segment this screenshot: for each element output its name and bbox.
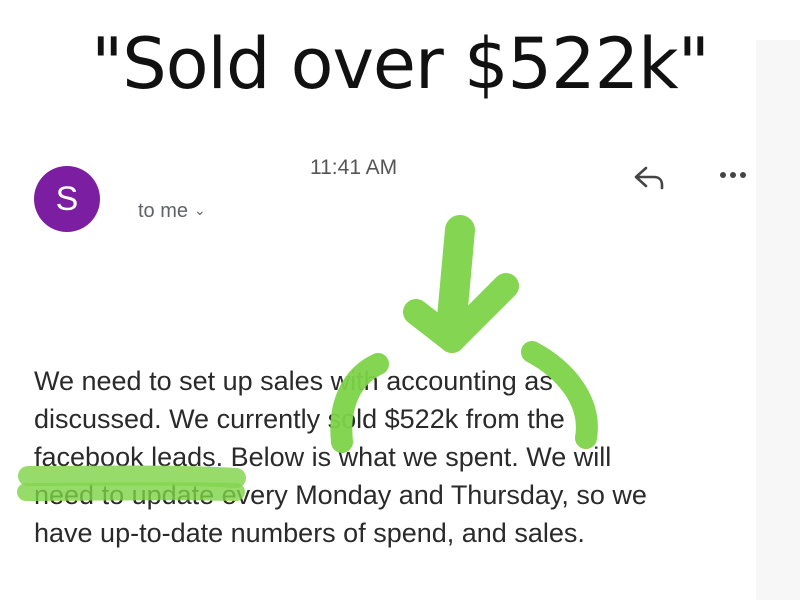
headline-caption: "Sold over $522k" [91,23,710,105]
sender-avatar[interactable]: S [34,166,100,232]
email-timestamp: 11:41 AM [310,156,398,179]
body-line: have up-to-date numbers of spend, and sa… [34,518,585,548]
reply-button[interactable] [628,160,672,194]
body-line: need to update every Monday and Thursday… [34,480,647,510]
page: "Sold over $522k" S 11:41 AM to me ⌄ We n… [0,0,800,600]
recipient-toggle[interactable]: to me ⌄ [138,200,206,223]
more-options-button[interactable] [714,160,754,190]
body-line: discussed. We currently sold $522k from … [34,404,565,434]
recipient-label: to me [138,200,189,222]
background-strip [756,40,800,600]
body-line: facebook leads. Below is what we spent. … [34,442,612,472]
chevron-down-icon: ⌄ [194,202,206,218]
email-message: S 11:41 AM to me ⌄ We need to set up sale… [14,146,756,600]
email-body: We need to set up sales with accounting … [34,362,748,552]
body-line: We need to set up sales with accounting … [34,366,553,396]
reply-arrow-icon [634,166,664,190]
more-horizontal-icon [720,172,746,178]
